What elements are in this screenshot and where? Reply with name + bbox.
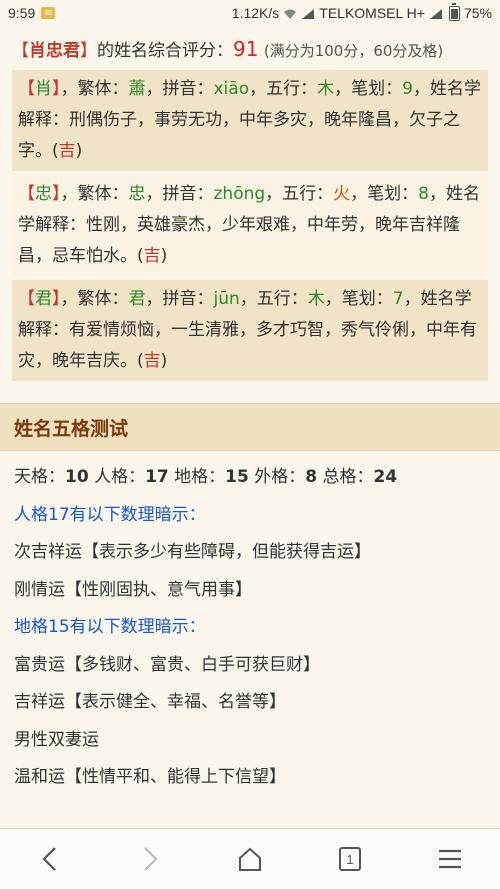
close-paren: ) bbox=[160, 246, 168, 266]
traditional-form: 忠 bbox=[128, 184, 146, 204]
label-traditional: ，繁体： bbox=[60, 184, 129, 204]
label-strokes: ，笔划： bbox=[334, 79, 403, 99]
zongge-value: 24 bbox=[373, 467, 398, 487]
renge-hint-item: 刚情运【性刚固执、意气用事】 bbox=[14, 579, 252, 600]
meaning: 有爱情烦恼，一生清雅，多才巧智，秀气伶俐，中年有灾，晚年吉庆。( bbox=[18, 320, 477, 371]
label-waige: 外格： bbox=[248, 467, 306, 487]
signal-icon bbox=[301, 7, 315, 19]
luck: 吉 bbox=[58, 141, 76, 161]
close-paren: ) bbox=[75, 141, 83, 161]
pinyin: jūn bbox=[213, 289, 240, 309]
label-tiange: 天格： bbox=[14, 467, 65, 487]
pinyin: xiāo bbox=[213, 79, 250, 99]
bracket-open: 【 bbox=[12, 41, 29, 61]
score-note: (满分为100分，60分及格) bbox=[263, 42, 444, 60]
luck: 吉 bbox=[143, 246, 161, 266]
label-pinyin: ，拼音： bbox=[145, 79, 214, 99]
character: 君 bbox=[35, 289, 52, 309]
label-wuxing: ，五行： bbox=[249, 79, 318, 99]
wuxing: 木 bbox=[317, 79, 335, 99]
pinyin: zhōng bbox=[213, 184, 266, 204]
label-traditional: ，繁体： bbox=[60, 289, 129, 309]
dige-hint-item: 温和运【性情平和、能得上下信望】 bbox=[14, 767, 286, 787]
traditional-form: 蕭 bbox=[128, 79, 146, 99]
dige-hint-title: 地格15有以下数理暗示： bbox=[14, 617, 206, 637]
tabs-icon: 1 bbox=[339, 847, 361, 871]
wuge-values: 天格：10 人格：17 地格：15 外格：8 总格：24 bbox=[14, 459, 486, 497]
renge-hint-title: 人格17有以下数理暗示： bbox=[14, 504, 206, 525]
label-wuxing: ，五行： bbox=[265, 184, 334, 204]
strokes: 7 bbox=[392, 289, 404, 309]
strokes: 8 bbox=[418, 184, 429, 204]
carrier-name: TELKOMSEL H+ bbox=[319, 5, 425, 21]
bracket-close: 】 bbox=[80, 41, 97, 61]
waige-value: 8 bbox=[305, 467, 318, 487]
label-zongge: 总格： bbox=[317, 467, 374, 487]
section-spacer bbox=[0, 385, 500, 399]
back-button[interactable] bbox=[28, 837, 72, 881]
character: 肖 bbox=[35, 79, 52, 99]
character-card-1: 【肖】，繁体：蕭，拼音：xiāo，五行：木，笔划：9，姓名学解释：刑偶伤子，事劳… bbox=[12, 70, 488, 171]
score-label: 的姓名综合评分： bbox=[97, 41, 233, 61]
menu-button[interactable] bbox=[428, 837, 472, 881]
chevron-left-icon bbox=[42, 847, 56, 871]
dige-value: 15 bbox=[225, 467, 249, 487]
section-title-wuge: 姓名五格测试 bbox=[0, 403, 500, 451]
renge-hint-item: 次吉祥运【表示多少有些障碍，但能获得吉运】 bbox=[14, 542, 371, 562]
luck: 吉 bbox=[143, 351, 161, 371]
battery-level: 75% bbox=[463, 5, 492, 21]
wuge-body: 天格：10 人格：17 地格：15 外格：8 总格：24 人格17有以下数理暗示… bbox=[0, 451, 500, 805]
wuxing: 火 bbox=[333, 184, 351, 204]
label-dige: 地格： bbox=[168, 467, 226, 487]
label-pinyin: ，拼音： bbox=[145, 289, 214, 309]
clock: 9:59 bbox=[8, 5, 36, 21]
score-value: 91 bbox=[233, 37, 259, 61]
hamburger-menu-icon bbox=[439, 849, 461, 869]
meaning: 刑偶伤子，事劳无功，中年多灾，晚年隆昌，欠子之字。( bbox=[18, 110, 460, 161]
notification-icon: ✉ bbox=[41, 7, 56, 19]
wifi-icon bbox=[283, 7, 297, 19]
label-strokes: ，笔划： bbox=[350, 184, 419, 204]
network-speed: 1.12K/s bbox=[231, 5, 280, 21]
home-button[interactable] bbox=[228, 837, 272, 881]
overall-score: 【肖忠君】的姓名综合评分：91 (满分为100分，60分及格) bbox=[0, 26, 500, 70]
tabs-button[interactable]: 1 bbox=[328, 837, 372, 881]
renge-value: 17 bbox=[145, 467, 169, 487]
forward-button[interactable] bbox=[128, 837, 172, 881]
signal-icon-2 bbox=[429, 7, 443, 19]
dige-hint-item: 吉祥运【表示健全、幸福、名誉等】 bbox=[14, 692, 286, 712]
tab-count: 1 bbox=[346, 852, 353, 867]
label-traditional: ，繁体： bbox=[60, 79, 129, 99]
status-bar: 9:59 ✉ 1.12K/s TELKOMSEL H+ 75% bbox=[0, 0, 500, 26]
character-card-2: 【忠】，繁体：忠，拼音：zhōng，五行：火，笔划：8，姓名学解释：性刚，英雄豪… bbox=[12, 175, 488, 276]
tiange-value: 10 bbox=[65, 467, 89, 487]
page-content: 【肖忠君】的姓名综合评分：91 (满分为100分，60分及格) 【肖】，繁体：蕭… bbox=[0, 26, 500, 828]
traditional-form: 君 bbox=[128, 289, 146, 309]
label-strokes: ，笔划： bbox=[324, 289, 393, 309]
full-name: 肖忠君 bbox=[29, 41, 80, 61]
dige-hint-item: 富贵运【多钱财、富贵、白手可获巨财】 bbox=[14, 654, 320, 675]
character-card-3: 【君】，繁体：君，拼音：jūn，五行：木，笔划：7，姓名学解释：有爱情烦恼，一生… bbox=[12, 280, 488, 381]
label-wuxing: ，五行： bbox=[239, 289, 308, 309]
wuxing: 木 bbox=[307, 289, 325, 309]
character: 忠 bbox=[35, 184, 52, 204]
browser-nav-bar: 1 bbox=[0, 828, 500, 889]
dige-hint-item: 男性双妻运 bbox=[14, 729, 99, 750]
label-pinyin: ，拼音： bbox=[145, 184, 214, 204]
strokes: 9 bbox=[402, 79, 413, 99]
close-paren: ) bbox=[160, 351, 168, 371]
battery-icon bbox=[448, 2, 460, 21]
home-icon bbox=[239, 847, 261, 871]
chevron-right-icon bbox=[144, 847, 158, 871]
label-renge: 人格： bbox=[88, 467, 146, 487]
